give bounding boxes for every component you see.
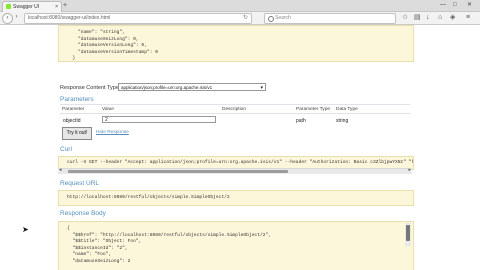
- address-bar[interactable]: localhost:8080/swagger-ui/index.html ↻: [24, 13, 252, 24]
- curl-heading: Curl: [60, 146, 72, 153]
- swagger-favicon-icon: [6, 4, 11, 9]
- maximize-button[interactable]: □: [453, 1, 457, 10]
- param-data-type: string: [336, 118, 349, 124]
- response-content-type-value: application/json;profile=urn:org.apache.…: [121, 85, 213, 90]
- search-placeholder: Search: [275, 15, 291, 21]
- reload-icon[interactable]: ↻: [243, 14, 248, 23]
- minimize-button[interactable]: —: [440, 1, 446, 10]
- response-line: "datamuseSeizLong": 2: [67, 258, 131, 264]
- column-header-data-type: Data Type: [336, 107, 358, 112]
- tab-close-icon[interactable]: ×: [55, 2, 58, 12]
- response-content-type-select[interactable]: application/json;profile=urn:org.apache.…: [118, 83, 266, 91]
- swagger-page: "name": "string", "datamuseSeizLong": 0,…: [0, 25, 480, 270]
- column-header-parameter: Parameter: [62, 107, 85, 112]
- request-url-block: http://localhost:8080/restful/objects/si…: [58, 190, 414, 206]
- hide-response-link[interactable]: Hide Response: [96, 130, 129, 135]
- objectid-input[interactable]: 2: [102, 116, 216, 123]
- parameters-header-divider: [60, 113, 410, 114]
- response-body-heading: Response Body: [60, 210, 106, 217]
- param-name: objectId: [63, 118, 81, 124]
- mouse-cursor-icon: ➤: [22, 225, 29, 234]
- bookmarks-icon[interactable]: ▤: [414, 13, 421, 23]
- pocket-icon[interactable]: ◈: [450, 13, 455, 23]
- response-body-code: { "$$href": "http://localhost:8080/restf…: [59, 222, 413, 265]
- request-url-heading: Request URL: [60, 180, 100, 187]
- scrollbar-thumb[interactable]: [68, 170, 288, 173]
- new-tab-button[interactable]: +: [63, 2, 67, 10]
- browser-titlebar: Swagger UI × + — □ ✕: [0, 0, 480, 12]
- bookmark-star-icon[interactable]: ☆: [402, 13, 408, 23]
- chevron-down-icon: ▾: [260, 85, 263, 91]
- parameters-divider: [60, 104, 410, 105]
- scroll-left-icon[interactable]: ◂: [59, 167, 62, 173]
- param-type: path: [296, 118, 306, 124]
- schema-line: }: [67, 56, 76, 61]
- home-icon[interactable]: ⌂: [438, 13, 442, 23]
- request-url-value: http://localhost:8080/restful/objects/si…: [67, 195, 230, 200]
- browser-tab[interactable]: Swagger UI ×: [2, 1, 62, 12]
- response-vertical-scrollbar[interactable]: [405, 223, 411, 246]
- scroll-right-icon[interactable]: ▸: [408, 167, 411, 173]
- model-schema-code: "name": "string", "datamuseSeizLong": 0,…: [59, 26, 413, 61]
- response-body-block: { "$$href": "http://localhost:8080/restf…: [58, 221, 414, 270]
- curl-command: curl -X GET --header "Accept: applicatio…: [67, 160, 414, 165]
- download-icon[interactable]: ↓: [426, 13, 430, 23]
- browser-toolbar: ‹ › localhost:8080/swagger-ui/index.html…: [0, 12, 480, 25]
- scrollbar-thumb[interactable]: [406, 225, 410, 241]
- back-button[interactable]: ‹: [2, 13, 13, 24]
- column-header-description: Description: [222, 107, 246, 112]
- search-bar[interactable]: Search: [264, 13, 396, 24]
- forward-button[interactable]: ›: [13, 13, 20, 22]
- address-url: localhost:8080/swagger-ui/index.html: [28, 15, 111, 21]
- column-header-value: Value: [102, 107, 114, 112]
- menu-icon[interactable]: ≡: [466, 13, 470, 23]
- search-icon: [268, 16, 274, 22]
- response-content-type-label: Response Content Type: [60, 85, 119, 91]
- try-it-out-button[interactable]: Try it out!: [62, 127, 92, 140]
- close-window-button[interactable]: ✕: [467, 1, 472, 10]
- forward-arrow-icon: ›: [15, 14, 18, 20]
- curl-horizontal-scrollbar[interactable]: ◂ ▸: [58, 167, 412, 174]
- parameters-heading: Parameters: [60, 96, 94, 103]
- tab-title: Swagger UI: [13, 4, 40, 10]
- column-header-parameter-type: Parameter Type: [296, 107, 331, 112]
- back-arrow-icon: ‹: [6, 15, 9, 21]
- model-schema-block: "name": "string", "datamuseSeizLong": 0,…: [58, 25, 414, 62]
